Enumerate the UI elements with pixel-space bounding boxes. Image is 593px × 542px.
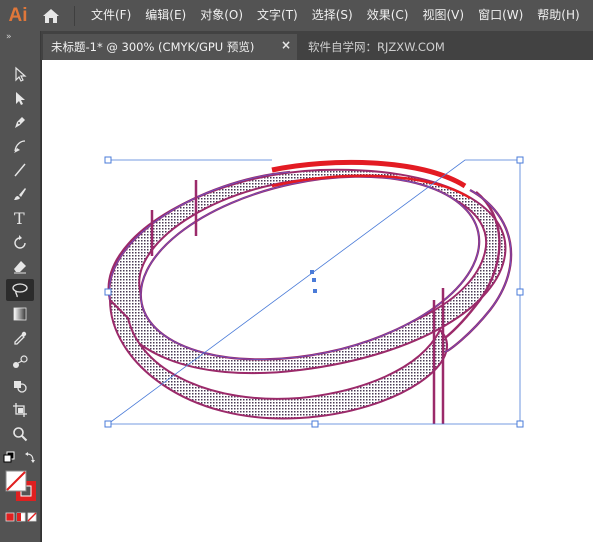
menu-effect[interactable]: 效果(C) bbox=[360, 0, 416, 31]
zoom-tool-icon[interactable] bbox=[6, 423, 34, 445]
toolbox-collapse-icon[interactable]: » bbox=[0, 31, 40, 43]
menu-window[interactable]: 窗口(W) bbox=[471, 0, 530, 31]
menu-view[interactable]: 视图(V) bbox=[415, 0, 471, 31]
menu-select[interactable]: 选择(S) bbox=[305, 0, 360, 31]
menu-file[interactable]: 文件(F) bbox=[84, 0, 138, 31]
menu-object[interactable]: 对象(O) bbox=[193, 0, 250, 31]
color-mode-buttons[interactable] bbox=[5, 507, 37, 522]
eraser-tool-icon[interactable] bbox=[6, 255, 34, 277]
menu-bar: Ai 文件(F) 编辑(E) 对象(O) 文字(T) 选择(S) 效果(C) 视… bbox=[0, 0, 593, 31]
document-tab-bar: 未标题-1* @ 300% (CMYK/GPU 预览) × 软件自学网：RJZX… bbox=[41, 31, 593, 60]
tab-inactive-document[interactable]: 软件自学网：RJZXW.COM bbox=[308, 34, 445, 60]
line-segment-tool-icon[interactable] bbox=[6, 159, 34, 181]
type-tool-icon[interactable]: T bbox=[6, 207, 34, 229]
tab-active-document[interactable]: 未标题-1* @ 300% (CMYK/GPU 预览) × bbox=[43, 34, 297, 60]
close-icon[interactable]: × bbox=[281, 38, 291, 52]
artwork[interactable] bbox=[42, 60, 593, 542]
artboard-tool-icon[interactable] bbox=[6, 399, 34, 421]
gradient-tool-icon[interactable] bbox=[6, 303, 34, 325]
eyedropper-tool-icon[interactable] bbox=[6, 327, 34, 349]
menu-type[interactable]: 文字(T) bbox=[250, 0, 305, 31]
default-colors-icon[interactable] bbox=[2, 447, 38, 469]
menu-help[interactable]: 帮助(H) bbox=[530, 0, 586, 31]
blend-tool-icon[interactable] bbox=[6, 351, 34, 373]
direct-selection-tool-icon[interactable] bbox=[6, 87, 34, 109]
home-icon[interactable] bbox=[38, 0, 64, 31]
menu-edit[interactable]: 编辑(E) bbox=[138, 0, 193, 31]
artboard-canvas[interactable] bbox=[42, 60, 593, 542]
tab-title: 未标题-1* @ 300% (CMYK/GPU 预览) bbox=[51, 40, 255, 54]
svg-text:T: T bbox=[14, 209, 25, 228]
lasso-tool-icon[interactable] bbox=[6, 279, 34, 301]
toolbox: » T bbox=[0, 31, 41, 542]
paintbrush-tool-icon[interactable] bbox=[6, 183, 34, 205]
curvature-tool-icon[interactable] bbox=[6, 135, 34, 157]
pen-tool-icon[interactable] bbox=[6, 111, 34, 133]
app-logo: Ai bbox=[8, 4, 28, 26]
rotate-tool-icon[interactable] bbox=[6, 231, 34, 253]
menu-separator bbox=[74, 5, 75, 26]
shape-builder-tool-icon[interactable] bbox=[6, 375, 34, 397]
fill-stroke-swatches[interactable] bbox=[4, 469, 38, 503]
selection-tool-icon[interactable] bbox=[6, 63, 34, 85]
